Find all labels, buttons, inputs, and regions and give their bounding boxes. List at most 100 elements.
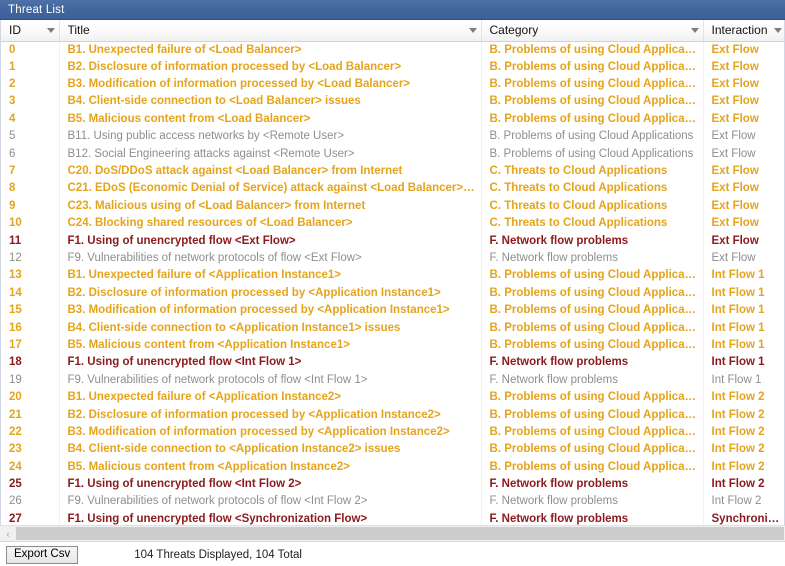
table-row[interactable]: 16 B4. Client-side connection to <Applica… xyxy=(1,319,784,337)
column-header-id-label: ID xyxy=(9,23,21,37)
threat-title-cell: C23. Malicious using of <Load Balancer> … xyxy=(59,197,482,216)
table-row[interactable]: 8 C21. EDoS (Economic Denial of Service) … xyxy=(1,180,784,198)
threat-interaction-cell: Int Flow 1 xyxy=(703,371,784,389)
table-row[interactable]: 25 F1. Using of unencrypted flow <Int Flo… xyxy=(1,475,784,494)
table-row[interactable]: 18 F1. Using of unencrypted flow <Int Flo… xyxy=(1,354,784,372)
threat-title-cell: C24. Blocking shared resources of <Load … xyxy=(59,215,482,233)
table-row[interactable]: 27 F1. Using of unencrypted flow <Synchro… xyxy=(1,510,784,525)
threat-interaction-cell: Ext Flow xyxy=(703,145,784,163)
threat-category-cell: B. Problems of using Cloud Applications xyxy=(481,423,704,442)
table-row[interactable]: 12 F9. Vulnerabilities of network protoco… xyxy=(1,249,784,268)
threat-interaction-cell: Ext Flow xyxy=(703,215,784,233)
threat-count-status: 104 Threats Displayed, 104 Total xyxy=(134,548,302,561)
column-header-title-label: Title xyxy=(67,23,90,38)
threat-id-cell: 7 xyxy=(1,162,60,181)
threat-title-cell: B5. Malicious content from <Load Balance… xyxy=(59,110,482,129)
threat-id-cell: 5 xyxy=(1,128,60,146)
threat-category-cell: B. Problems of using Cloud Applications xyxy=(481,75,704,94)
window-titlebar: Threat List xyxy=(0,0,785,20)
column-header-interaction[interactable]: Interaction xyxy=(703,20,784,42)
threat-category-cell: F. Network flow problems xyxy=(481,510,704,525)
table-row[interactable]: 21 B2. Disclosure of information processe… xyxy=(1,406,784,424)
column-header-title[interactable]: Title xyxy=(59,20,482,42)
threat-id-cell: 13 xyxy=(1,267,60,285)
table-row[interactable]: 19 F9. Vulnerabilities of network protoco… xyxy=(1,371,784,389)
threat-title-cell: B1. Unexpected failure of <Application I… xyxy=(59,388,482,407)
threat-grid: ID Title Category Interaction 0 B1. Unex… xyxy=(1,20,784,525)
threat-title-cell: F9. Vulnerabilities of network protocols… xyxy=(59,493,482,511)
horizontal-scrollbar[interactable]: ‹ xyxy=(0,525,785,542)
threat-category-cell: F. Network flow problems xyxy=(481,475,704,494)
table-row[interactable]: 24 B5. Malicious content from <Applicatio… xyxy=(1,458,784,476)
threat-category-cell: C. Threats to Cloud Applications xyxy=(481,197,704,216)
export-csv-button[interactable]: Export Csv xyxy=(6,545,79,564)
table-row[interactable]: 17 B5. Malicious content from <Applicatio… xyxy=(1,336,784,355)
window-title: Threat List xyxy=(8,3,65,16)
table-row[interactable]: 14 B2. Disclosure of information processe… xyxy=(1,284,784,302)
threat-interaction-cell: Int Flow 1 xyxy=(703,354,784,372)
threat-interaction-cell: Ext Flow xyxy=(703,93,784,111)
table-row[interactable]: 13 B1. Unexpected failure of <Application… xyxy=(1,267,784,285)
table-row[interactable]: 10 C24. Blocking shared resources of <Loa… xyxy=(1,215,784,233)
threat-interaction-cell: Ext Flow xyxy=(703,249,784,268)
table-row[interactable]: 15 B3. Modification of information proces… xyxy=(1,301,784,320)
threat-id-cell: 9 xyxy=(1,197,60,216)
table-row[interactable]: 0 B1. Unexpected failure of <Load Balance… xyxy=(1,41,784,59)
threat-title-cell: B1. Unexpected failure of <Application I… xyxy=(59,267,482,285)
table-row[interactable]: 1 B2. Disclosure of information processed… xyxy=(1,58,784,76)
threat-id-cell: 23 xyxy=(1,441,60,459)
table-row[interactable]: 5 B11. Using public access networks by <R… xyxy=(1,128,784,146)
threat-title-cell: B3. Modification of information processe… xyxy=(59,301,482,320)
filter-dropdown-icon-interaction[interactable] xyxy=(773,27,782,33)
threat-category-cell: B. Problems of using Cloud Applications xyxy=(481,458,704,476)
table-row[interactable]: 20 B1. Unexpected failure of <Application… xyxy=(1,388,784,407)
table-row[interactable]: 26 F9. Vulnerabilities of network protoco… xyxy=(1,493,784,511)
threat-interaction-cell: Int Flow 1 xyxy=(703,267,784,285)
threat-id-cell: 8 xyxy=(1,180,60,198)
scroll-left-arrow-icon[interactable]: ‹ xyxy=(0,526,16,541)
filter-dropdown-icon-title[interactable] xyxy=(468,27,477,33)
threat-category-cell: B. Problems of using Cloud Applications xyxy=(481,406,704,424)
table-row[interactable]: 2 B3. Modification of information process… xyxy=(1,75,784,94)
threat-interaction-cell: Ext Flow xyxy=(703,41,784,59)
threat-list-window: Threat List ID Title Category Interactio… xyxy=(0,0,785,566)
table-row[interactable]: 6 B12. Social Engineering attacks against… xyxy=(1,145,784,163)
threat-category-cell: F. Network flow problems xyxy=(481,371,704,389)
threat-title-cell: B4. Client-side connection to <Load Bala… xyxy=(59,93,482,111)
threat-id-cell: 20 xyxy=(1,388,60,407)
column-header-id[interactable]: ID xyxy=(1,20,60,42)
threat-id-cell: 15 xyxy=(1,301,60,320)
threat-category-cell: B. Problems of using Cloud Applications xyxy=(481,388,704,407)
threat-title-cell: F9. Vulnerabilities of network protocols… xyxy=(59,249,482,268)
threat-title-cell: B4. Client-side connection to <Applicati… xyxy=(59,319,482,337)
threat-id-cell: 0 xyxy=(1,41,60,59)
threat-title-cell: B2. Disclosure of information processed … xyxy=(59,406,482,424)
threat-interaction-cell: Int Flow 1 xyxy=(703,284,784,302)
threat-interaction-cell: Ext Flow xyxy=(703,162,784,181)
filter-dropdown-icon-id[interactable] xyxy=(46,27,55,33)
threat-title-cell: C20. DoS/DDoS attack against <Load Balan… xyxy=(59,162,482,181)
table-row[interactable]: 9 C23. Malicious using of <Load Balancer>… xyxy=(1,197,784,216)
table-row[interactable]: 22 B3. Modification of information proces… xyxy=(1,423,784,442)
threat-grid-container: ID Title Category Interaction 0 B1. Unex… xyxy=(0,20,785,525)
threat-id-cell: 27 xyxy=(1,510,60,525)
threat-interaction-cell: Int Flow 1 xyxy=(703,336,784,355)
threat-title-cell: B2. Disclosure of information processed … xyxy=(59,58,482,76)
threat-interaction-cell: Ext Flow xyxy=(703,58,784,76)
threat-id-cell: 21 xyxy=(1,406,60,424)
filter-dropdown-icon-category[interactable] xyxy=(690,27,699,33)
table-row[interactable]: 23 B4. Client-side connection to <Applica… xyxy=(1,441,784,459)
table-row[interactable]: 7 C20. DoS/DDoS attack against <Load Bala… xyxy=(1,162,784,181)
threat-interaction-cell: Ext Flow xyxy=(703,232,784,250)
threat-title-cell: F1. Using of unencrypted flow <Ext Flow> xyxy=(59,232,482,250)
threat-interaction-cell: Ext Flow xyxy=(703,180,784,198)
threat-category-cell: B. Problems of using Cloud Applications xyxy=(481,93,704,111)
table-row[interactable]: 4 B5. Malicious content from <Load Balanc… xyxy=(1,110,784,129)
table-row[interactable]: 11 F1. Using of unencrypted flow <Ext Flo… xyxy=(1,232,784,250)
threat-interaction-cell: Ext Flow xyxy=(703,128,784,146)
threat-interaction-cell: Int Flow 2 xyxy=(703,388,784,407)
horizontal-scrollbar-thumb[interactable] xyxy=(16,527,784,540)
column-header-category[interactable]: Category xyxy=(481,20,704,42)
table-row[interactable]: 3 B4. Client-side connection to <Load Bal… xyxy=(1,93,784,111)
threat-category-cell: B. Problems of using Cloud Applications xyxy=(481,336,704,355)
